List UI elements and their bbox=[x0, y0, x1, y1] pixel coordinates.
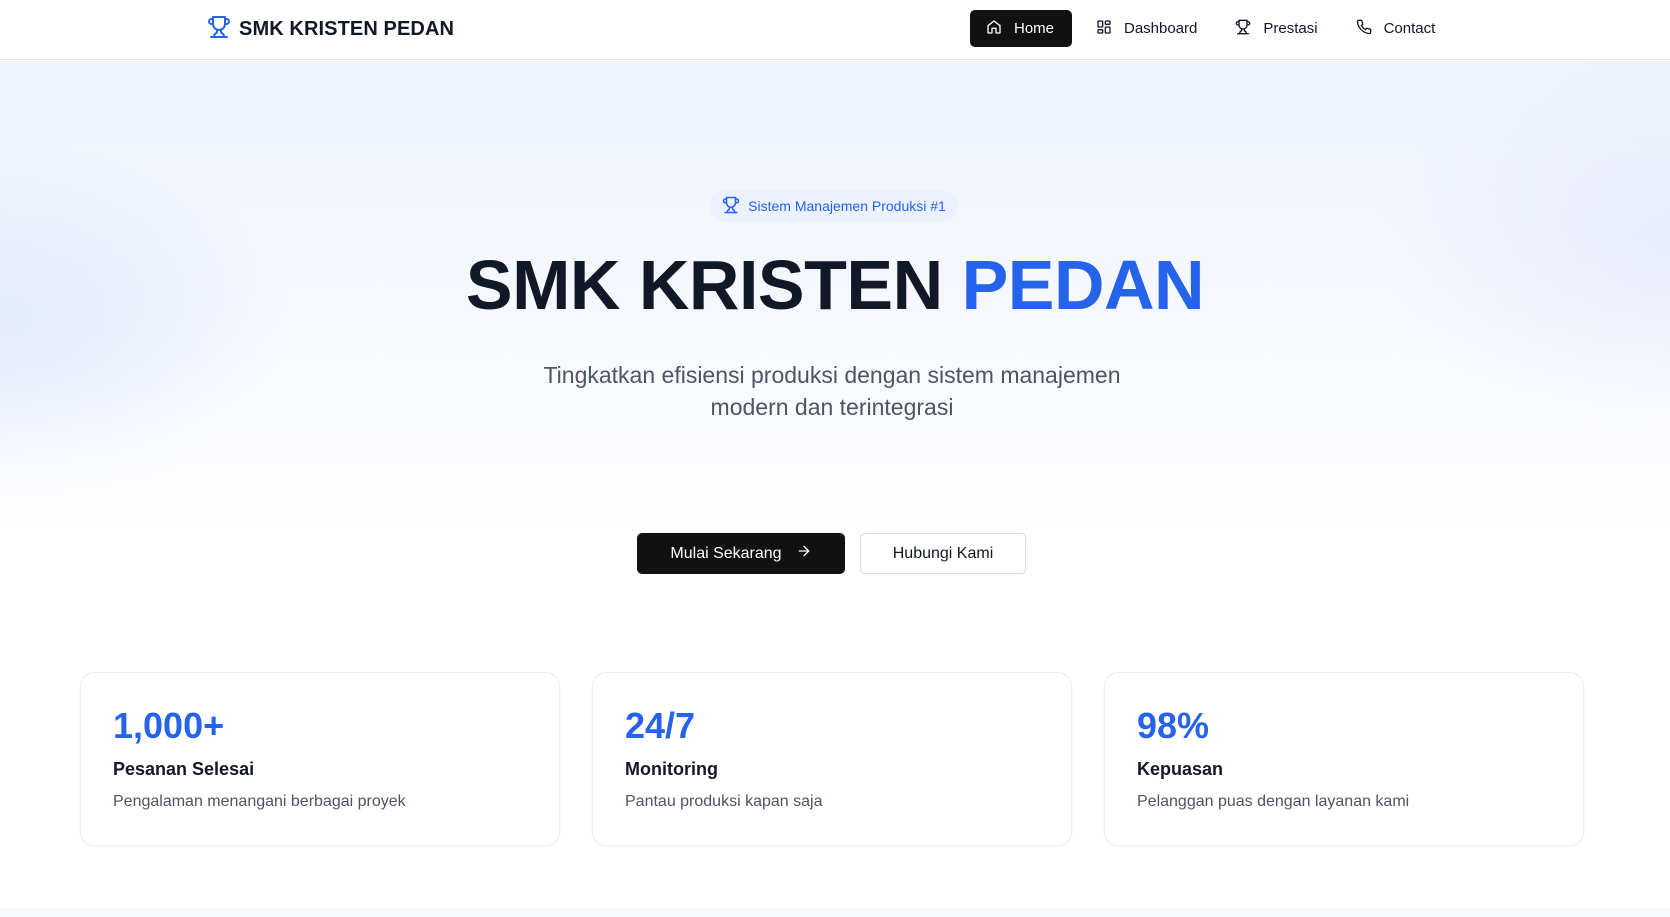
stat-value: 1,000+ bbox=[113, 705, 225, 746]
arrow-right-icon bbox=[796, 543, 812, 564]
nav-prestasi[interactable]: Prestasi bbox=[1221, 10, 1331, 47]
hero-badge-text: Sistem Manajemen Produksi #1 bbox=[748, 198, 946, 214]
nav-dashboard[interactable]: Dashboard bbox=[1082, 10, 1211, 47]
trophy-icon bbox=[722, 196, 740, 217]
nav-contact[interactable]: Contact bbox=[1342, 10, 1450, 47]
phone-icon bbox=[1356, 19, 1372, 39]
hubungi-kami-button[interactable]: Hubungi Kami bbox=[860, 533, 1026, 574]
stat-card-kepuasan: 98% Kepuasan Pelanggan puas dengan layan… bbox=[1104, 672, 1584, 846]
hero-title: SMK KRISTEN PEDAN bbox=[0, 247, 1670, 324]
grid-icon bbox=[1096, 19, 1112, 39]
stat-description: Pantau produksi kapan saja bbox=[625, 793, 823, 810]
hero-subtitle: Tingkatkan efisiensi produksi dengan sis… bbox=[543, 362, 1121, 420]
hero-section: Sistem Manajemen Produksi #1 SMK KRISTEN… bbox=[0, 61, 1670, 621]
next-section-edge bbox=[0, 908, 1670, 917]
hero-badge: Sistem Manajemen Produksi #1 bbox=[710, 190, 958, 222]
nav-prestasi-label: Prestasi bbox=[1263, 20, 1318, 37]
nav-home-label: Home bbox=[1014, 20, 1055, 37]
hubungi-kami-label: Hubungi Kami bbox=[892, 544, 994, 562]
stat-value: 24/7 bbox=[625, 705, 696, 746]
hero-title-accent: PEDAN bbox=[961, 246, 1205, 324]
stat-description: Pengalaman menangani berbagai proyek bbox=[113, 793, 406, 810]
nav-contact-label: Contact bbox=[1383, 20, 1436, 37]
stat-description: Pelanggan puas dengan layanan kami bbox=[1137, 793, 1410, 810]
stat-card-pesanan: 1,000+ Pesanan Selesai Pengalaman menang… bbox=[80, 672, 560, 846]
trophy-icon bbox=[207, 15, 231, 44]
stat-value: 98% bbox=[1137, 705, 1210, 746]
home-icon bbox=[986, 19, 1002, 39]
mulai-sekarang-label: Mulai Sekarang bbox=[670, 544, 782, 562]
stat-label: Kepuasan bbox=[1137, 759, 1224, 779]
stat-label: Monitoring bbox=[625, 759, 718, 779]
trophy-icon bbox=[1235, 19, 1251, 39]
hero-title-main: SMK KRISTEN bbox=[465, 246, 943, 324]
mulai-sekarang-button[interactable]: Mulai Sekarang bbox=[637, 533, 845, 574]
brand-name: SMK KRISTEN PEDAN bbox=[239, 17, 455, 40]
nav-dashboard-label: Dashboard bbox=[1124, 20, 1198, 37]
top-navbar: SMK KRISTEN PEDAN Home Dashboard Prestas… bbox=[0, 0, 1670, 60]
brand-logo-link[interactable]: SMK KRISTEN PEDAN bbox=[207, 14, 454, 44]
main-nav: Home Dashboard Prestasi Contact bbox=[970, 10, 1459, 47]
stat-label: Pesanan Selesai bbox=[113, 759, 255, 779]
nav-home[interactable]: Home bbox=[970, 10, 1072, 47]
stat-card-monitoring: 24/7 Monitoring Pantau produksi kapan sa… bbox=[592, 672, 1072, 846]
